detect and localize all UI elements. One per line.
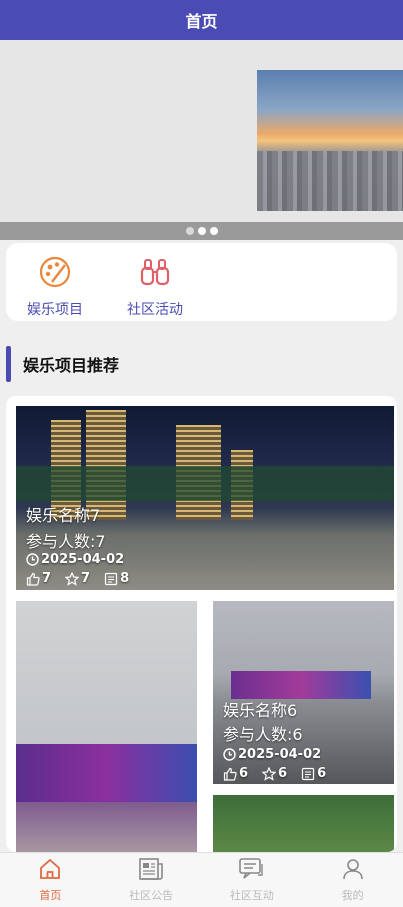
card-date: 2025-04-02 — [41, 552, 125, 567]
entertainment-card-6[interactable]: 娱乐名称6 参与人数:6 2025-04-02 6 6 6 — [213, 601, 394, 784]
card-date: 2025-04-02 — [238, 747, 322, 762]
event-banner-board — [231, 671, 371, 699]
tab-label: 我的 — [341, 889, 364, 902]
nav-item-label: 娱乐项目 — [27, 302, 83, 318]
comment-count: 6 — [317, 766, 327, 781]
comment-list-icon — [301, 767, 315, 781]
star-icon — [262, 766, 277, 781]
thumbs-up-icon — [223, 767, 237, 781]
carousel-dot[interactable] — [185, 227, 194, 235]
recommendation-list: 娱乐名称7 参与人数:7 2025-04-02 7 7 8 娱乐名称6 参与人数… — [6, 396, 397, 852]
like-stat[interactable]: 7 — [26, 571, 51, 586]
thumbs-up-icon — [26, 572, 40, 586]
card-participants: 参与人数:7 — [26, 532, 106, 551]
star-count: 6 — [278, 766, 288, 781]
star-count: 7 — [81, 571, 91, 586]
tree-line — [16, 466, 394, 501]
like-count: 7 — [42, 571, 52, 586]
tab-label: 社区互动 — [229, 889, 274, 902]
carousel-indicator — [0, 222, 403, 240]
user-icon — [341, 857, 365, 885]
page-title: 首页 — [185, 12, 218, 31]
clock-icon — [223, 748, 236, 761]
top-app-bar: 首页 — [0, 0, 403, 40]
section-header: 娱乐项目推荐 — [6, 346, 119, 382]
section-accent-bar — [6, 346, 11, 382]
section-title: 娱乐项目推荐 — [23, 356, 120, 375]
like-count: 6 — [239, 766, 249, 781]
entertainment-card-photo[interactable] — [16, 601, 197, 852]
tab-label: 社区公告 — [129, 889, 174, 902]
favorite-stat[interactable]: 6 — [262, 766, 287, 781]
quick-nav-card: 娱乐项目 社区活动 — [6, 243, 397, 321]
newspaper-icon — [138, 857, 164, 885]
comment-stat[interactable]: 8 — [104, 571, 129, 586]
like-stat[interactable]: 6 — [223, 766, 248, 781]
carousel-dot[interactable] — [209, 227, 218, 235]
bottom-tab-bar: 首页 社区公告 社区互动 我的 — [0, 852, 403, 907]
event-banner-board — [16, 744, 197, 802]
banner-city-skyline — [257, 151, 403, 211]
tab-label: 首页 — [39, 889, 62, 902]
tab-community-interaction[interactable]: 社区互动 — [202, 853, 303, 907]
comment-count: 8 — [120, 571, 130, 586]
tab-home[interactable]: 首页 — [0, 853, 101, 907]
banner-image-city-sunset[interactable] — [257, 70, 403, 211]
palette-icon — [38, 255, 72, 293]
tab-announcements[interactable]: 社区公告 — [101, 853, 202, 907]
comment-list-icon — [104, 572, 118, 586]
clock-icon — [26, 553, 39, 566]
stage-ground — [16, 802, 197, 852]
card-stats-row: 6 6 6 — [223, 766, 340, 781]
entertainment-card-photo[interactable] — [213, 795, 394, 852]
carousel-dot[interactable] — [197, 227, 206, 235]
binoculars-icon — [138, 255, 172, 293]
card-stats-row: 7 7 8 — [26, 571, 143, 586]
star-icon — [65, 571, 80, 586]
card-title: 娱乐名称6 — [223, 701, 298, 720]
card-title: 娱乐名称7 — [26, 506, 101, 525]
home-icon — [38, 857, 62, 885]
chat-icon — [238, 857, 266, 885]
card-date-row: 2025-04-02 — [223, 747, 321, 762]
nav-item-community-activity[interactable]: 社区活动 — [115, 255, 195, 319]
tab-profile[interactable]: 我的 — [302, 853, 403, 907]
card-date-row: 2025-04-02 — [26, 552, 124, 567]
entertainment-card-7[interactable]: 娱乐名称7 参与人数:7 2025-04-02 7 7 8 — [16, 406, 394, 590]
card-participants: 参与人数:6 — [223, 725, 303, 744]
nav-item-label: 社区活动 — [127, 302, 183, 318]
comment-stat[interactable]: 6 — [301, 766, 326, 781]
favorite-stat[interactable]: 7 — [65, 571, 90, 586]
nav-item-entertainment[interactable]: 娱乐项目 — [15, 255, 95, 319]
banner-carousel[interactable] — [0, 40, 403, 222]
